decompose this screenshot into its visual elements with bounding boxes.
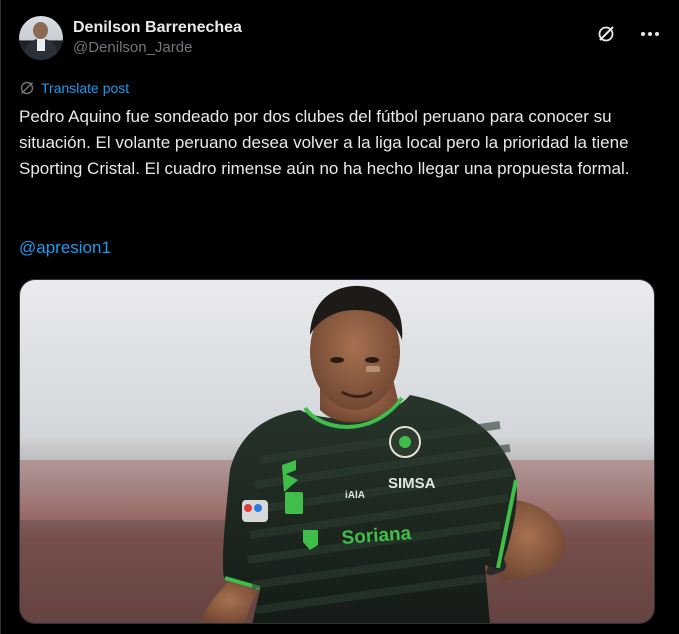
mention-link[interactable]: @apresion1	[19, 238, 111, 258]
post-header: Denilson Barrenechea @Denilson_Jarde	[19, 14, 661, 62]
post-card[interactable]: Denilson Barrenechea @Denilson_Jarde Tra…	[0, 0, 679, 634]
liga-mx-patch-dot-red	[244, 504, 252, 512]
author-names: Denilson Barrenechea @Denilson_Jarde	[73, 18, 242, 58]
more-dots-glyph	[641, 32, 659, 36]
more-dots-icon[interactable]	[639, 23, 661, 45]
grok-slash-glyph	[598, 26, 614, 42]
avatar[interactable]	[19, 16, 63, 60]
nose-strip	[366, 366, 380, 372]
liga-mx-patch-dot-blue	[254, 504, 262, 512]
avatar-shirt	[37, 39, 45, 51]
header-actions	[595, 23, 661, 45]
translate-icon	[20, 81, 34, 95]
post-text: Pedro Aquino fue sondeado por dos clubes…	[19, 107, 630, 178]
translate-post-button[interactable]: Translate post	[19, 80, 129, 96]
club-crest-center	[399, 436, 411, 448]
grok-slash-icon[interactable]	[595, 23, 617, 45]
sponsor-badge-icon	[285, 492, 303, 514]
translate-label: Translate post	[41, 80, 130, 96]
player-right-eye	[365, 357, 379, 363]
author-display-name[interactable]: Denilson Barrenechea	[73, 18, 242, 38]
iala-sponsor-text: iAlA	[345, 490, 365, 501]
simsa-sponsor-text: SIMSA	[388, 475, 436, 492]
player-left-eye	[330, 357, 344, 363]
avatar-head	[33, 22, 48, 39]
post-body: Pedro Aquino fue sondeado por dos clubes…	[19, 104, 659, 182]
post-image[interactable]: SIMSA iAlA Soriana	[19, 279, 655, 624]
player-photo: SIMSA iAlA Soriana	[20, 280, 654, 623]
author-handle[interactable]: @Denilson_Jarde	[73, 38, 242, 58]
